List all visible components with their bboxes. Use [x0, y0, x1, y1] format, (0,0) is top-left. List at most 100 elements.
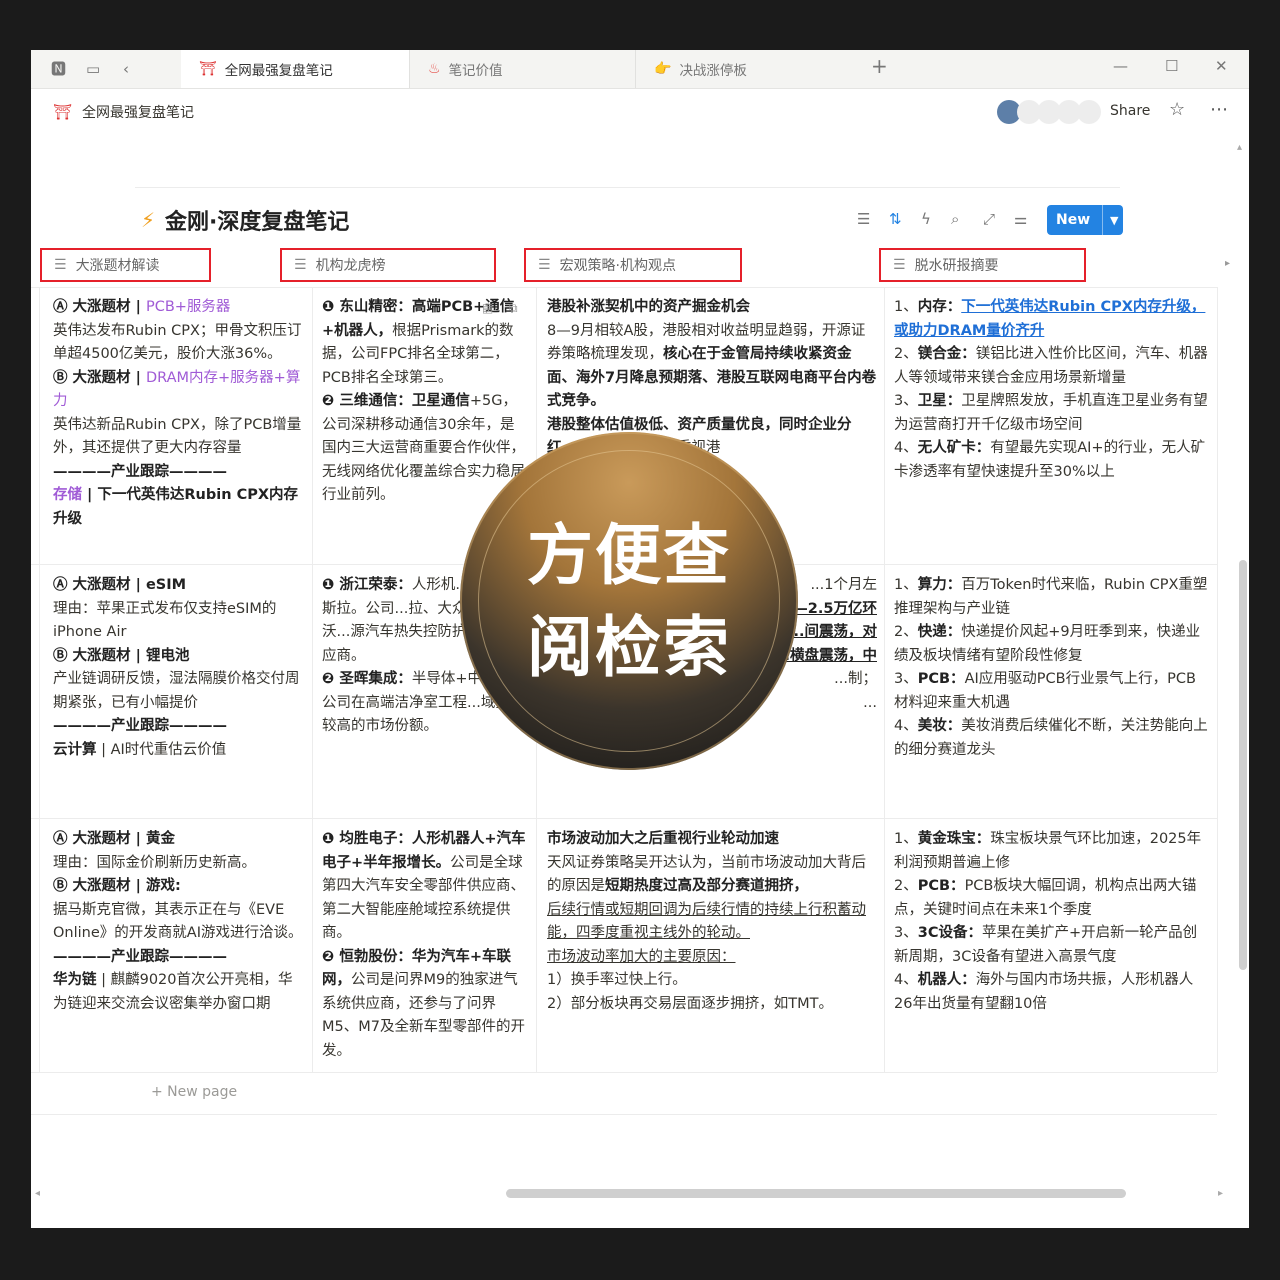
tab-limit-up[interactable]: 👉 决战涨停板: [635, 50, 859, 88]
avatar[interactable]: [1077, 100, 1101, 124]
column-header-macro[interactable]: ☰ 宏观策略·机构观点: [524, 248, 742, 282]
copy-icon[interactable]: ⧉: [509, 301, 518, 316]
list-head: 快递：: [917, 624, 962, 640]
pointing-hand-icon: 👉: [654, 61, 672, 77]
theme-label: Ⓐ 大涨题材 |: [53, 577, 146, 593]
comment-icon[interactable]: ▤: [482, 301, 493, 315]
list-head: 黄金珠宝：: [917, 831, 991, 847]
theme-label: Ⓑ 大涨题材 |: [53, 878, 146, 894]
torii-icon: ⛩: [53, 103, 73, 121]
table-cell[interactable]: Ⓐ 大涨题材 | 黄金 理由：国际金价刷新历史新高。 Ⓑ 大涨题材 | 游戏: …: [53, 828, 303, 1016]
list-head: PCB：: [917, 671, 965, 687]
badge-line-1: 方便查: [527, 517, 731, 594]
list-num: 4、: [894, 718, 918, 734]
column-header-reports[interactable]: ☰ 脱水研报摘要: [879, 248, 1086, 282]
database-title[interactable]: ⚡ 金刚·深度复盘笔记: [141, 204, 349, 236]
sidebar-toggle-icon[interactable]: ▭: [86, 59, 100, 79]
scroll-left-icon[interactable]: ◂: [35, 1188, 40, 1199]
table-cell[interactable]: 1、算力：百万Token时代来临，Rubin CPX重塑推理架构与产业链 2、快…: [894, 574, 1209, 762]
tab-fupan[interactable]: ⛩ 全网最强复盘笔记: [181, 50, 409, 88]
table-cell[interactable]: 1、黄金珠宝：珠宝板块景气环比加速，2025年利润预期普遍上修 2、PCB：PC…: [894, 828, 1209, 1016]
automation-icon[interactable]: ϟ: [921, 210, 931, 228]
table-cell[interactable]: 1、内存：下一代英伟达Rubin CPX内存升级，或助力DRAM量价齐升 2、镁…: [894, 296, 1209, 484]
list-head: 镁合金：: [917, 346, 976, 362]
list-head: 美妆：: [917, 718, 962, 734]
new-button[interactable]: New ▼: [1047, 205, 1123, 235]
new-button-label: New: [1056, 212, 1091, 228]
list-num: 2、: [894, 624, 918, 640]
stock-text: +5G，公司深耕移动通信30余年，是国内三大运营商重要合作伙伴，无线网络优化覆盖…: [322, 393, 525, 503]
horizontal-scrollbar[interactable]: [506, 1189, 1126, 1198]
list-head: 卫星：: [917, 393, 962, 409]
new-page-button[interactable]: + New page: [151, 1084, 237, 1100]
theme-text: 英伟达新品Rubin CPX，除了PCB增量外，其还提供了更大内存容量: [53, 416, 302, 457]
stock-text: 公司是问界M9的独家进气系统供应商，还参与了问界M5、M7及全新车型零部件的开发…: [322, 972, 525, 1059]
back-icon[interactable]: ‹: [123, 59, 129, 79]
settings-sliders-icon[interactable]: ⚌: [1014, 210, 1027, 228]
theme-value: eSIM: [145, 577, 187, 593]
track-divider: ————产业跟踪————: [53, 718, 227, 734]
tab-note-value[interactable]: ♨ 笔记价值: [409, 50, 635, 88]
notion-logo-icon[interactable]: 🅽: [51, 59, 66, 79]
table-cell[interactable]: Ⓐ 大涨题材 | PCB+服务器 英伟达发布Rubin CPX；甲骨文积压订单超…: [53, 296, 303, 531]
vertical-scrollbar[interactable]: [1239, 560, 1247, 970]
theme-text: 理由：国际金价刷新历史新高。: [53, 854, 256, 871]
star-icon[interactable]: ☆: [1169, 99, 1185, 120]
theme-text: 英伟达发布Rubin CPX；甲骨文积压订单超4500亿美元，股价大涨36%。: [53, 322, 302, 363]
track-text: | AI时代重估云价值: [96, 741, 227, 758]
divider: [135, 187, 1120, 188]
column-header-label: 宏观策略·机构观点: [559, 258, 677, 274]
tab-label: 决战涨停板: [679, 63, 747, 79]
column-header-label: 机构龙虎榜: [315, 258, 386, 274]
scroll-right-icon[interactable]: ▸: [1225, 258, 1230, 269]
text-property-icon: ☰: [893, 257, 906, 273]
column-header-label: 脱水研报摘要: [914, 258, 999, 274]
breadcrumb[interactable]: ⛩ 全网最强复盘笔记: [53, 102, 194, 122]
list-head: 机器人：: [917, 972, 976, 988]
list-head: 无人矿卡：: [917, 440, 991, 456]
scroll-right-icon[interactable]: ▸: [1218, 1188, 1223, 1199]
strategy-bold: 短期热度过高及部分赛道拥挤，: [605, 878, 808, 894]
strategy-head: 港股补涨契机中的资产掘金机会: [547, 299, 750, 315]
column-divider: [884, 287, 885, 1072]
new-tab-icon[interactable]: +: [871, 56, 888, 76]
column-header-themes[interactable]: ☰ 大涨题材解读: [40, 248, 211, 282]
text-property-icon: ☰: [538, 257, 551, 273]
list-head: 内存：: [917, 299, 962, 315]
search-icon[interactable]: ⌕: [951, 210, 959, 228]
theme-label: Ⓑ 大涨题材 |: [53, 369, 146, 386]
list-num: 3、: [894, 393, 918, 409]
table-cell[interactable]: ❶ 东山精密：高端PCB+通信+机器人，根据Prismark的数据，公司FPC排…: [322, 296, 527, 508]
chevron-down-icon[interactable]: ▼: [1102, 205, 1118, 235]
theme-label: Ⓑ 大涨题材 |: [53, 647, 146, 664]
more-icon[interactable]: ⋯: [1210, 99, 1229, 120]
column-header-dragon-tiger[interactable]: ☰ 机构龙虎榜: [280, 248, 496, 282]
column-divider: [312, 287, 313, 1072]
expand-icon[interactable]: ⤢: [983, 210, 995, 228]
row-divider: [31, 1072, 1217, 1073]
list-num: 1、: [894, 299, 918, 315]
maximize-icon[interactable]: ☐: [1165, 57, 1178, 75]
strategy-underline: 市场波动率加大的主要原因：: [547, 948, 736, 965]
filter-icon[interactable]: ☰: [857, 210, 870, 228]
sort-icon[interactable]: ⇅: [889, 210, 902, 228]
list-head: 3C设备：: [917, 925, 982, 941]
column-header-label: 大涨题材解读: [75, 258, 160, 274]
close-icon[interactable]: ✕: [1215, 57, 1228, 75]
scroll-up-icon[interactable]: ▴: [1237, 142, 1242, 153]
table-cell[interactable]: 市场波动加大之后重视行业轮动加速 天风证券策略吴开达认为，当前市场波动加大背后的…: [547, 828, 877, 1016]
top-bar: ⛩ 全网最强复盘笔记 Share ☆ ⋯: [31, 88, 1249, 136]
column-divider: [39, 287, 40, 1072]
track-text: | 下一代英伟达Rubin CPX内存升级: [53, 487, 299, 527]
tab-label: 全网最强复盘笔记: [224, 63, 333, 79]
table-cell[interactable]: Ⓐ 大涨题材 | eSIM 理由：苹果正式发布仅支持eSIM的iPhone Ai…: [53, 574, 303, 762]
table-cell[interactable]: ❶ 均胜电子：人形机器人+汽车电子+半年报增长。公司是全球第四大汽车安全零部件供…: [322, 828, 527, 1063]
strategy-text: ...: [863, 694, 877, 711]
torii-icon: ⛩: [199, 61, 217, 77]
tab-label: 笔记价值: [448, 63, 503, 79]
badge-line-2: 阅检索: [527, 609, 731, 686]
minimize-icon[interactable]: —: [1113, 57, 1128, 75]
theme-text: 据马斯克官微，其表示正在与《EVE Online》的开发商就AI游戏进行洽谈。: [53, 901, 303, 942]
share-button[interactable]: Share: [1110, 103, 1150, 119]
database-title-text: 金刚·深度复盘笔记: [165, 210, 350, 235]
